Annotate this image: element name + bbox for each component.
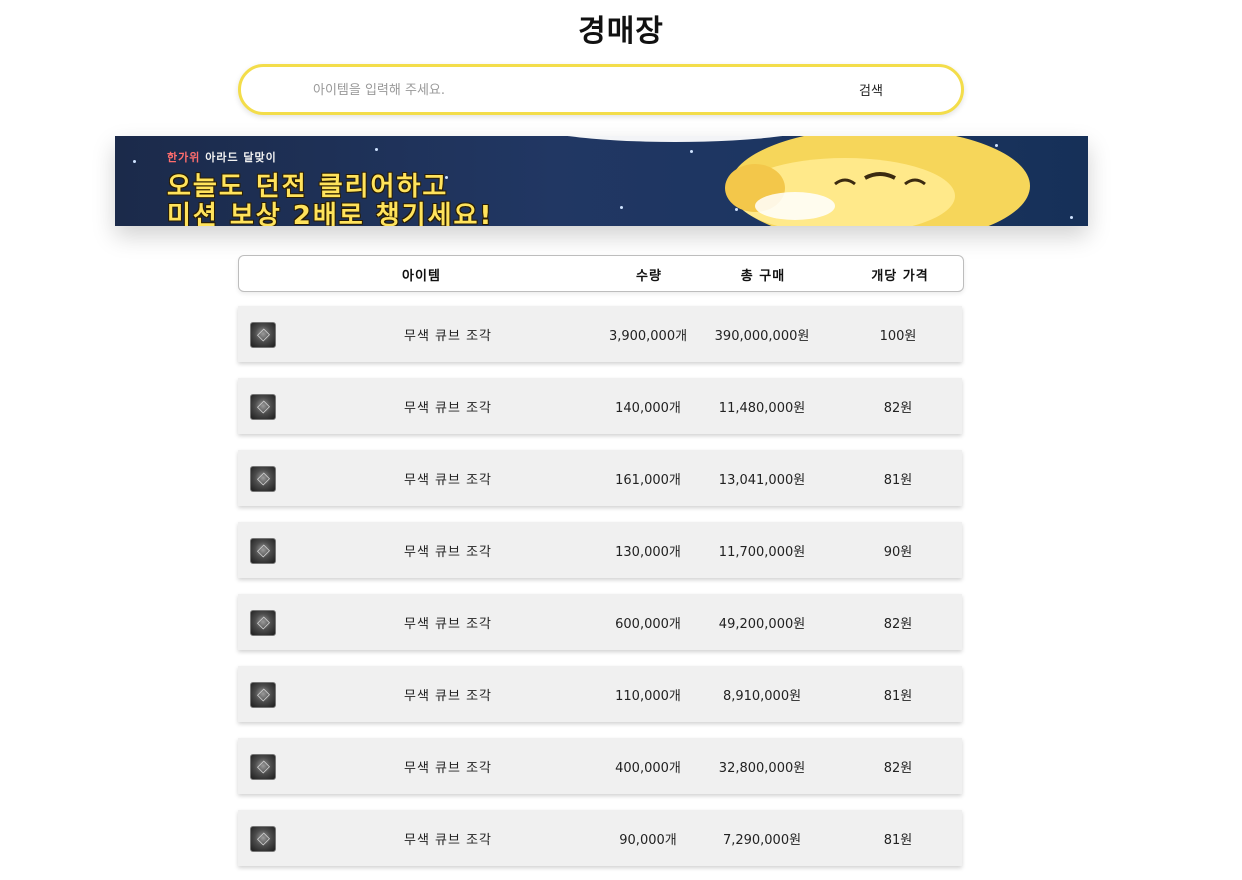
- item-name: 무색 큐브 조각: [403, 617, 493, 632]
- item-total: 13,041,000원: [718, 473, 806, 488]
- item-name: 무색 큐브 조각: [403, 473, 493, 488]
- colorless-cube-fragment-icon: [250, 610, 276, 636]
- page-title: 경매장: [578, 14, 664, 49]
- colorless-cube-fragment-icon: [250, 754, 276, 780]
- colorless-cube-fragment-icon: [250, 682, 276, 708]
- table-row[interactable]: 무색 큐브 조각 161,000개 13,041,000원 81원: [238, 450, 962, 506]
- table-row[interactable]: 무색 큐브 조각 400,000개 32,800,000원 82원: [238, 738, 962, 794]
- item-total: 390,000,000원: [714, 329, 810, 344]
- item-quantity: 140,000개: [615, 401, 681, 416]
- item-quantity: 400,000개: [615, 761, 681, 776]
- table-header: 아이템 수량 총 구매 개당 가격: [238, 255, 964, 292]
- item-unit-price: 81원: [883, 833, 913, 848]
- colorless-cube-fragment-icon: [250, 322, 276, 348]
- table-row[interactable]: 무색 큐브 조각 3,900,000개 390,000,000원 100원: [238, 306, 962, 362]
- colorless-cube-fragment-icon: [250, 466, 276, 492]
- item-total: 11,480,000원: [718, 401, 806, 416]
- item-unit-price: 81원: [883, 473, 913, 488]
- item-name: 무색 큐브 조각: [403, 761, 493, 776]
- column-header-item: 아이템: [402, 269, 441, 284]
- item-unit-price: 82원: [883, 761, 913, 776]
- item-unit-price: 100원: [879, 329, 917, 344]
- banner-headline-2: 미션 보상 2배로 챙기세요!: [167, 201, 494, 226]
- table-row[interactable]: 무색 큐브 조각 110,000개 8,910,000원 81원: [238, 666, 962, 722]
- item-quantity: 110,000개: [615, 689, 681, 704]
- search-button[interactable]: 검색: [841, 75, 901, 103]
- table-row[interactable]: 무색 큐브 조각 140,000개 11,480,000원 82원: [238, 378, 962, 434]
- item-unit-price: 82원: [883, 401, 913, 416]
- item-total: 49,200,000원: [718, 617, 806, 632]
- item-name: 무색 큐브 조각: [403, 833, 493, 848]
- event-banner[interactable]: 한가위 아라드 달맞이 오늘도 던전 클리어하고 미션 보상 2배로 챙기세요!: [115, 136, 1088, 226]
- item-name: 무색 큐브 조각: [403, 329, 493, 344]
- column-header-quantity: 수량: [636, 269, 662, 284]
- item-name: 무색 큐브 조각: [403, 689, 493, 704]
- item-quantity: 3,900,000개: [608, 329, 688, 344]
- colorless-cube-fragment-icon: [250, 538, 276, 564]
- item-total: 7,290,000원: [722, 833, 802, 848]
- table-row[interactable]: 무색 큐브 조각 90,000개 7,290,000원 81원: [238, 810, 962, 866]
- colorless-cube-fragment-icon: [250, 394, 276, 420]
- item-quantity: 161,000개: [615, 473, 681, 488]
- table-row[interactable]: 무색 큐브 조각 130,000개 11,700,000원 90원: [238, 522, 962, 578]
- column-header-unit-price: 개당 가격: [871, 269, 929, 284]
- item-unit-price: 81원: [883, 689, 913, 704]
- column-header-total: 총 구매: [740, 269, 786, 284]
- item-unit-price: 82원: [883, 617, 913, 632]
- item-quantity: 90,000개: [619, 833, 677, 848]
- item-name: 무색 큐브 조각: [403, 401, 493, 416]
- banner-eyebrow: 한가위 아라드 달맞이: [167, 151, 277, 164]
- colorless-cube-fragment-icon: [250, 826, 276, 852]
- banner-mascot-illustration: [725, 136, 1030, 226]
- table-row[interactable]: 무색 큐브 조각 600,000개 49,200,000원 82원: [238, 594, 962, 650]
- item-total: 8,910,000원: [722, 689, 802, 704]
- item-total: 32,800,000원: [718, 761, 806, 776]
- item-total: 11,700,000원: [718, 545, 806, 560]
- item-unit-price: 90원: [883, 545, 913, 560]
- search-bar: 검색: [238, 64, 964, 115]
- item-name: 무색 큐브 조각: [403, 545, 493, 560]
- item-quantity: 600,000개: [615, 617, 681, 632]
- search-input[interactable]: [311, 77, 815, 103]
- item-quantity: 130,000개: [615, 545, 681, 560]
